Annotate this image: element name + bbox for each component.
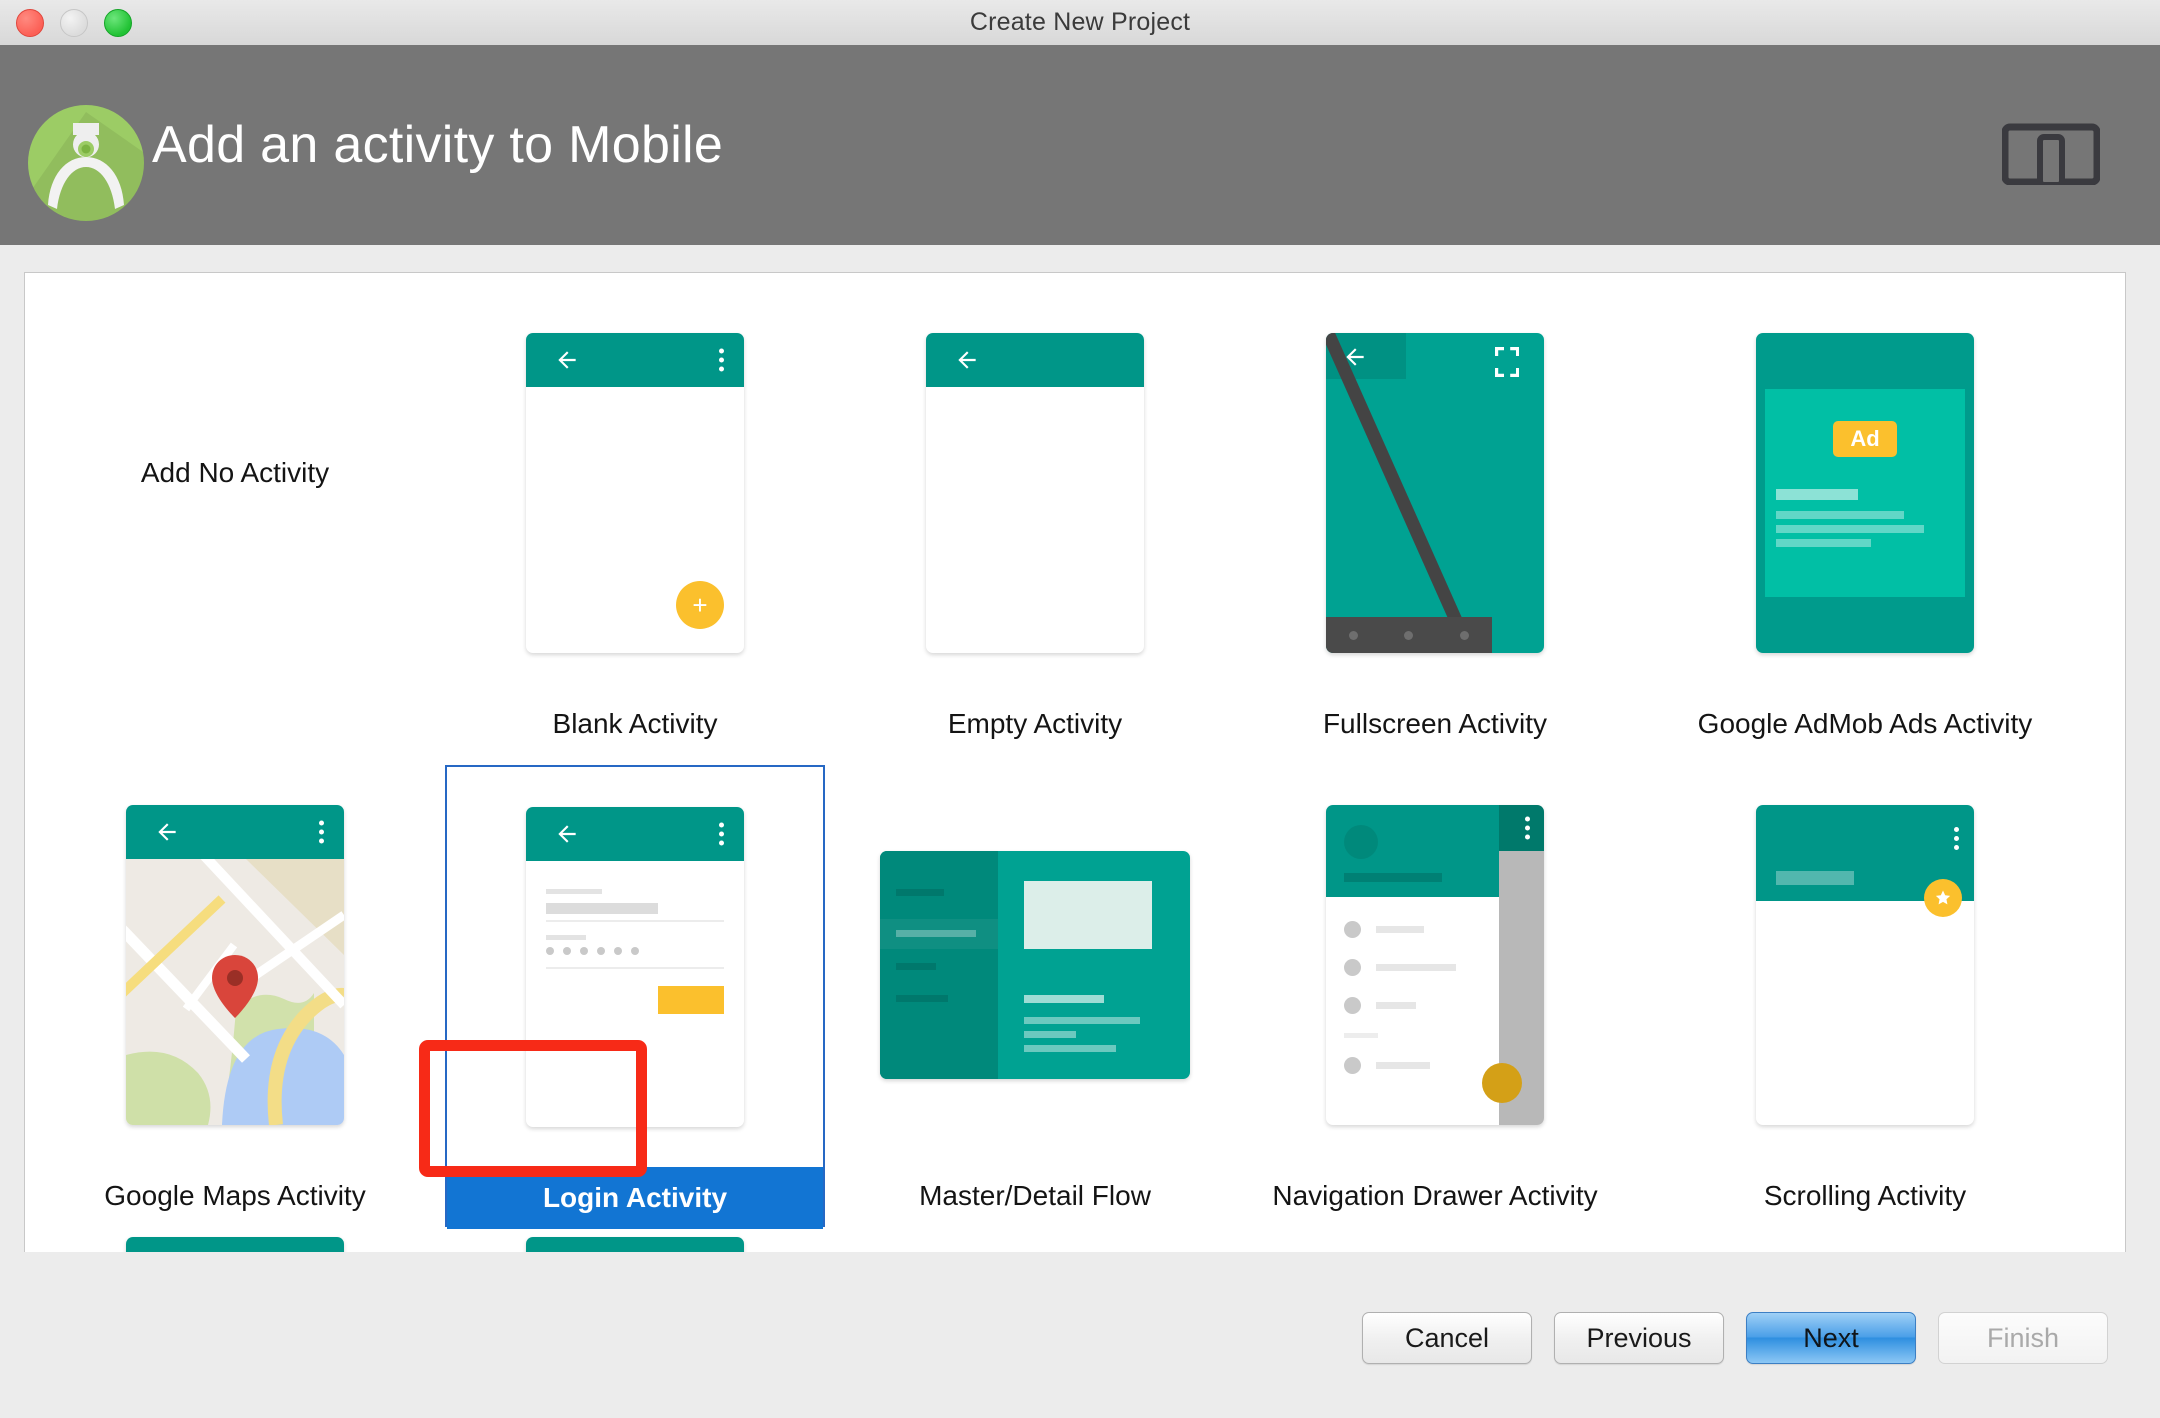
thumbnail-maps xyxy=(45,765,425,1165)
activity-label: Google Maps Activity xyxy=(104,1180,366,1211)
wizard-footer: Cancel Previous Next Finish xyxy=(0,1252,2160,1418)
activity-label: Master/Detail Flow xyxy=(919,1180,1151,1211)
next-button[interactable]: Next xyxy=(1746,1312,1916,1364)
create-new-project-window: Create New Project Add an activity to Mo… xyxy=(0,0,2160,1418)
cancel-button[interactable]: Cancel xyxy=(1362,1312,1532,1364)
window-title-bar: Create New Project xyxy=(0,0,2160,46)
zoom-button[interactable] xyxy=(104,8,132,37)
activity-card-empty-activity[interactable]: Empty Activity xyxy=(845,293,1225,755)
star-fab-icon xyxy=(1924,879,1962,917)
activity-label: Navigation Drawer Activity xyxy=(1272,1180,1598,1211)
activity-card-login-activity[interactable]: Login Activity xyxy=(445,765,825,1229)
tablet-phone-icon xyxy=(2002,123,2100,185)
window-controls xyxy=(16,0,132,45)
activity-label: Add No Activity xyxy=(140,457,330,488)
thumbnail-admob: Ad xyxy=(1645,293,2085,693)
android-studio-logo-icon xyxy=(28,105,144,221)
wizard-header: Add an activity to Mobile xyxy=(0,45,2160,245)
thumbnail-navdrawer xyxy=(1245,765,1625,1165)
thumbnail-scrolling xyxy=(1645,765,2085,1165)
previous-button[interactable]: Previous xyxy=(1554,1312,1724,1364)
wizard-button-row: Cancel Previous Next Finish xyxy=(1362,1312,2108,1364)
activity-label: Scrolling Activity xyxy=(1763,1180,1967,1211)
thumbnail-masterdetail xyxy=(845,765,1225,1165)
activity-card-google-admob-ads-activity[interactable]: Ad Google AdMob Ads Activity xyxy=(1645,293,2085,755)
activity-label: Blank Activity xyxy=(552,708,718,739)
activity-card-navigation-drawer-activity[interactable]: Navigation Drawer Activity xyxy=(1245,765,1625,1227)
thumbnail-none xyxy=(45,293,425,693)
minimize-button[interactable] xyxy=(60,8,88,37)
activity-template-list[interactable]: Add No Activity + Blank Activity Empty A… xyxy=(24,272,2126,1254)
thumbnail-blank: + xyxy=(445,293,825,693)
close-button[interactable] xyxy=(16,8,44,37)
window-title: Create New Project xyxy=(969,8,1191,36)
activity-card-fullscreen-activity[interactable]: Fullscreen Activity xyxy=(1245,293,1625,755)
activity-label: Google AdMob Ads Activity xyxy=(1697,708,2033,739)
activity-card-blank-activity[interactable]: + Blank Activity xyxy=(445,293,825,755)
activity-card-scrolling-activity[interactable]: Scrolling Activity xyxy=(1645,765,2085,1227)
thumbnail-empty xyxy=(845,293,1225,693)
activity-label: Fullscreen Activity xyxy=(1322,708,1548,739)
activity-card-google-maps-activity[interactable]: Google Maps Activity xyxy=(45,765,425,1227)
ad-badge: Ad xyxy=(1833,421,1897,457)
page-title: Add an activity to Mobile xyxy=(152,116,724,174)
activity-label: Empty Activity xyxy=(947,708,1123,739)
thumbnail-fullscreen xyxy=(1245,293,1625,693)
thumbnail-login xyxy=(447,767,823,1167)
activity-label: Login Activity xyxy=(447,1167,823,1229)
activity-card-master-detail-flow[interactable]: Master/Detail Flow xyxy=(845,765,1225,1227)
fullscreen-icon xyxy=(1495,347,1519,377)
finish-button: Finish xyxy=(1938,1312,2108,1364)
activity-card-add-no-activity[interactable]: Add No Activity xyxy=(45,293,425,755)
